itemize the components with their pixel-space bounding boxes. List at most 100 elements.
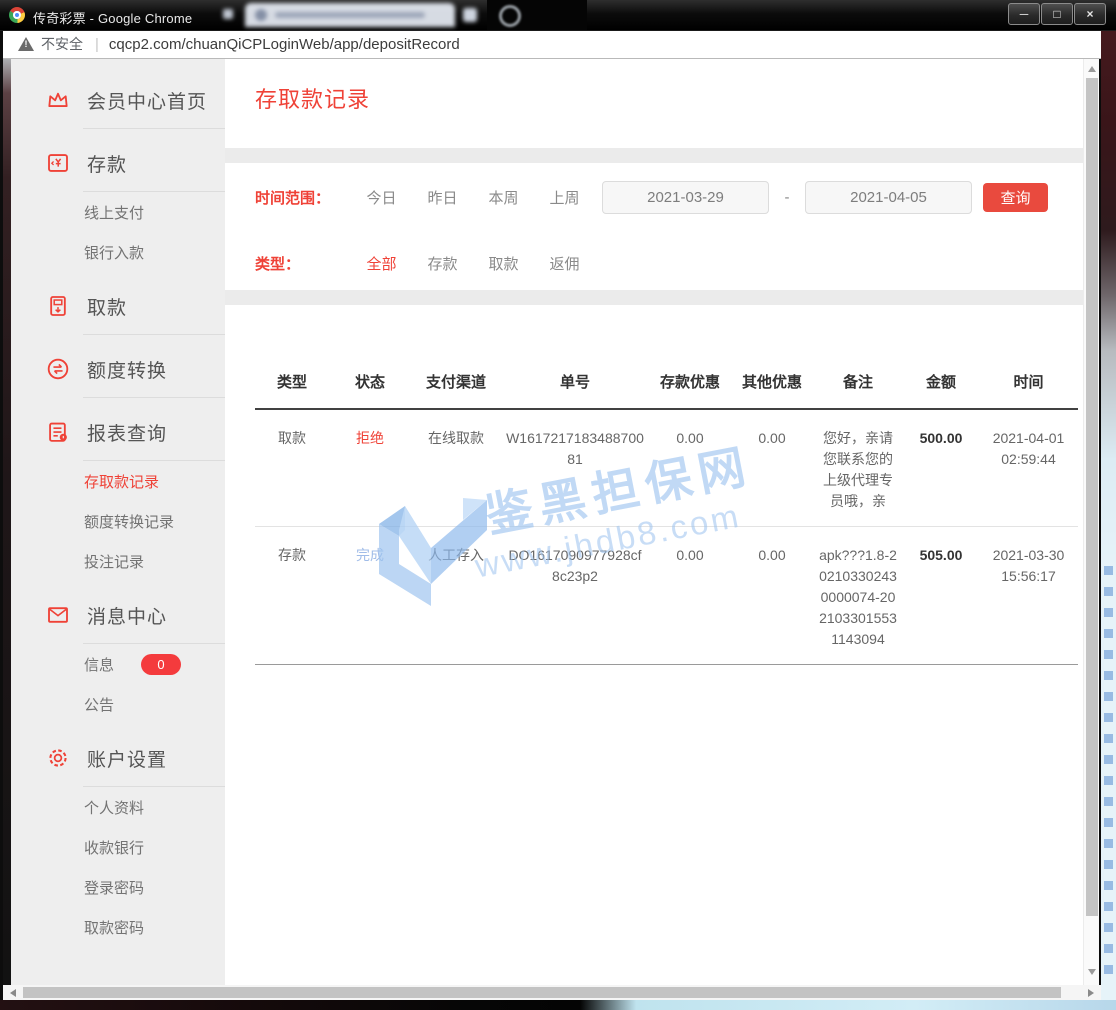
sidebar-subitem-quota-transfer-record[interactable]: 额度转换记录 [11, 501, 225, 541]
sidebar-subitem-bet-record[interactable]: 投注记录 [11, 541, 225, 581]
date-from-input[interactable] [602, 181, 769, 214]
sidebar-subitem-label: 线上支付 [84, 202, 144, 223]
cell-deposit-bonus: 0.00 [649, 409, 731, 527]
vertical-scrollbar-thumb[interactable] [1086, 78, 1098, 916]
sidebar-subitem-announcements[interactable]: 公告 [11, 684, 225, 724]
type-withdraw[interactable]: 取款 [473, 253, 534, 274]
crown-icon [45, 87, 71, 113]
cell-time: 2021-03-30 15:56:17 [979, 527, 1078, 665]
cell-amount: 505.00 [903, 527, 979, 665]
url-divider: | [95, 36, 99, 53]
col-amount: 金额 [903, 361, 979, 409]
cell-order-no: DO1617090977928cf8c23p2 [501, 527, 649, 665]
cell-time: 2021-04-01 02:59:44 [979, 409, 1078, 527]
col-type: 类型 [255, 361, 329, 409]
table-header-row: 类型 状态 支付渠道 单号 存款优惠 其他优惠 备注 金额 时间 [255, 361, 1078, 409]
col-remark: 备注 [813, 361, 903, 409]
url-bar[interactable]: 不安全 | cqcp2.com/chuanQiCPLoginWeb/app/de… [3, 30, 1101, 59]
cell-other-bonus: 0.00 [731, 527, 813, 665]
horizontal-scrollbar[interactable] [3, 985, 1101, 1000]
type-label: 类型： [255, 253, 351, 274]
section-divider [225, 290, 1083, 305]
cell-type: 存款 [255, 527, 329, 665]
sidebar-subitem-label: 登录密码 [84, 877, 144, 898]
url-text[interactable]: cqcp2.com/chuanQiCPLoginWeb/app/depositR… [109, 36, 460, 53]
sidebar-subitem-bank-deposit[interactable]: 银行入款 [11, 232, 225, 272]
settings-icon [45, 745, 71, 771]
scroll-left-icon[interactable] [10, 989, 16, 997]
sidebar-item-quota-transfer[interactable]: 额度转换 [11, 341, 225, 397]
type-filter: 类型： 全部 存款 取款 返佣 [255, 246, 1083, 280]
sidebar-item-message-center[interactable]: 消息中心 [11, 587, 225, 643]
sidebar-subitem-messages[interactable]: 信息 0 [11, 644, 225, 684]
sidebar-item-withdraw[interactable]: 取款 [11, 278, 225, 334]
cell-other-bonus: 0.00 [731, 409, 813, 527]
window-border-bottom [0, 1000, 1116, 1010]
sidebar-subitem-profile[interactable]: 个人资料 [11, 787, 225, 827]
cell-channel: 人工存入 [411, 527, 501, 665]
scroll-up-icon[interactable] [1088, 66, 1096, 72]
sidebar-item-reports[interactable]: 报表查询 [11, 404, 225, 460]
sidebar-item-member-home[interactable]: 会员中心首页 [11, 72, 225, 128]
sidebar-subitem-label: 信息 [84, 654, 114, 675]
col-time: 时间 [979, 361, 1078, 409]
unread-badge: 0 [141, 654, 181, 675]
col-channel: 支付渠道 [411, 361, 501, 409]
type-rebate[interactable]: 返佣 [534, 253, 595, 274]
vertical-scrollbar[interactable] [1083, 58, 1099, 985]
table-row: 取款 拒绝 在线取款 W161721718348870081 0.00 0.00… [255, 409, 1078, 527]
maximize-button[interactable]: □ [1041, 3, 1073, 25]
type-deposit[interactable]: 存款 [412, 253, 473, 274]
cell-status: 完成 [329, 527, 411, 665]
page-content: 会员中心首页存款线上支付银行入款取款额度转换报表查询存取款记录额度转换记录投注记… [11, 58, 1099, 985]
sidebar-subitem-label: 存取款记录 [84, 471, 159, 492]
cell-type: 取款 [255, 409, 329, 527]
sidebar-subitem-receiving-bank[interactable]: 收款银行 [11, 827, 225, 867]
cell-remark: 您好，亲请您联系您的上级代理专员哦，亲 [813, 409, 903, 527]
sidebar-item-label: 取款 [87, 293, 127, 320]
filter-yesterday[interactable]: 昨日 [412, 187, 473, 208]
type-all[interactable]: 全部 [351, 253, 412, 274]
filter-last-week[interactable]: 上周 [534, 187, 595, 208]
minimize-button[interactable]: ─ [1008, 3, 1040, 25]
cell-amount: 500.00 [903, 409, 979, 527]
transfer-icon [45, 356, 71, 382]
sidebar-subitem-withdraw-password[interactable]: 取款密码 [11, 907, 225, 947]
report-icon [45, 419, 71, 445]
sidebar-item-label: 额度转换 [87, 356, 167, 383]
withdraw-icon [45, 293, 71, 319]
sidebar-item-label: 会员中心首页 [87, 87, 207, 114]
sidebar-item-account-settings[interactable]: 账户设置 [11, 730, 225, 786]
security-label: 不安全 [41, 34, 83, 54]
sidebar-divider [83, 397, 225, 398]
background-window-artifact [215, 3, 487, 27]
query-button[interactable]: 查询 [983, 183, 1048, 212]
table-row: 存款 完成 人工存入 DO1617090977928cf8c23p2 0.00 … [255, 527, 1078, 665]
deposit-icon [45, 150, 71, 176]
sidebar-subitem-label: 公告 [84, 694, 114, 715]
background-window-artifact [487, 0, 587, 30]
col-order-no: 单号 [501, 361, 649, 409]
scroll-right-icon[interactable] [1088, 989, 1094, 997]
col-deposit-bonus: 存款优惠 [649, 361, 731, 409]
background-window-artifact [3, 58, 11, 985]
filter-this-week[interactable]: 本周 [473, 187, 534, 208]
window-title: 传奇彩票 - Google Chrome [33, 8, 192, 27]
cell-remark: apk???1.8-202103302430000074-20210330155… [813, 527, 903, 665]
sidebar-subitem-label: 收款银行 [84, 837, 144, 858]
sidebar-subitem-login-password[interactable]: 登录密码 [11, 867, 225, 907]
sidebar-subitem-online-payment[interactable]: 线上支付 [11, 192, 225, 232]
cell-channel: 在线取款 [411, 409, 501, 527]
window-titlebar: 传奇彩票 - Google Chrome ─ □ × [0, 0, 1116, 31]
filter-today[interactable]: 今日 [351, 187, 412, 208]
close-button[interactable]: × [1074, 3, 1106, 25]
sidebar-item-deposit[interactable]: 存款 [11, 135, 225, 191]
horizontal-scrollbar-thumb[interactable] [23, 987, 1061, 998]
cell-order-no: W161721718348870081 [501, 409, 649, 527]
scroll-down-icon[interactable] [1088, 969, 1096, 975]
sidebar-subitem-deposit-withdraw-record[interactable]: 存取款记录 [11, 461, 225, 501]
security-warning-icon[interactable] [18, 37, 34, 51]
date-to-input[interactable] [805, 181, 972, 214]
cell-status: 拒绝 [329, 409, 411, 527]
sidebar-subitem-label: 银行入款 [84, 242, 144, 263]
